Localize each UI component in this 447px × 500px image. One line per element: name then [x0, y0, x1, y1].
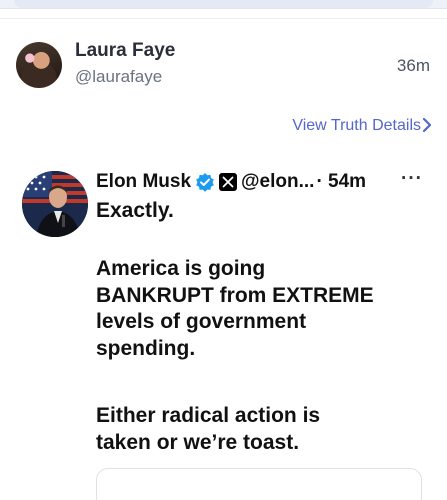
- embedded-timestamp: · 54m: [316, 171, 367, 192]
- view-truth-details-link[interactable]: View Truth Details: [292, 117, 421, 135]
- embedded-handle[interactable]: @elon...: [241, 171, 314, 193]
- text-line: Either radical action is: [96, 404, 321, 427]
- divider: [0, 18, 447, 19]
- embedded-text-line-1: Exactly.: [96, 199, 174, 222]
- embedded-post-header: Elon Musk @elon... · 54m: [96, 169, 366, 195]
- verified-badge-icon: [196, 173, 214, 192]
- embedded-text-paragraph-2: America is going BANKRUPT from EXTREME l…: [96, 256, 426, 362]
- previous-card-bottom: [14, 0, 433, 8]
- text-line: spending.: [96, 336, 196, 360]
- avatar[interactable]: [16, 42, 62, 88]
- text-line: levels of government: [96, 310, 307, 333]
- text-line: taken or we’re toast.: [96, 430, 300, 454]
- chevron-right-icon[interactable]: [421, 116, 433, 134]
- text-line: America is going: [96, 257, 266, 280]
- embedded-media-card[interactable]: [96, 468, 422, 500]
- author-handle[interactable]: @laurafaye: [75, 67, 162, 87]
- avatar-image: [22, 171, 88, 237]
- embedded-author-avatar[interactable]: [22, 171, 88, 237]
- embedded-author-name[interactable]: Elon Musk: [96, 171, 191, 193]
- previous-item-edge: [0, 0, 447, 9]
- post-timestamp: 36m: [396, 56, 430, 75]
- text-line: BANKRUPT from EXTREME: [96, 283, 374, 307]
- x-logo-icon: [219, 173, 238, 191]
- author-name[interactable]: Laura Faye: [75, 40, 175, 62]
- embedded-text-paragraph-3: Either radical action is taken or we’re …: [96, 403, 426, 456]
- more-options-icon[interactable]: ···: [401, 168, 423, 190]
